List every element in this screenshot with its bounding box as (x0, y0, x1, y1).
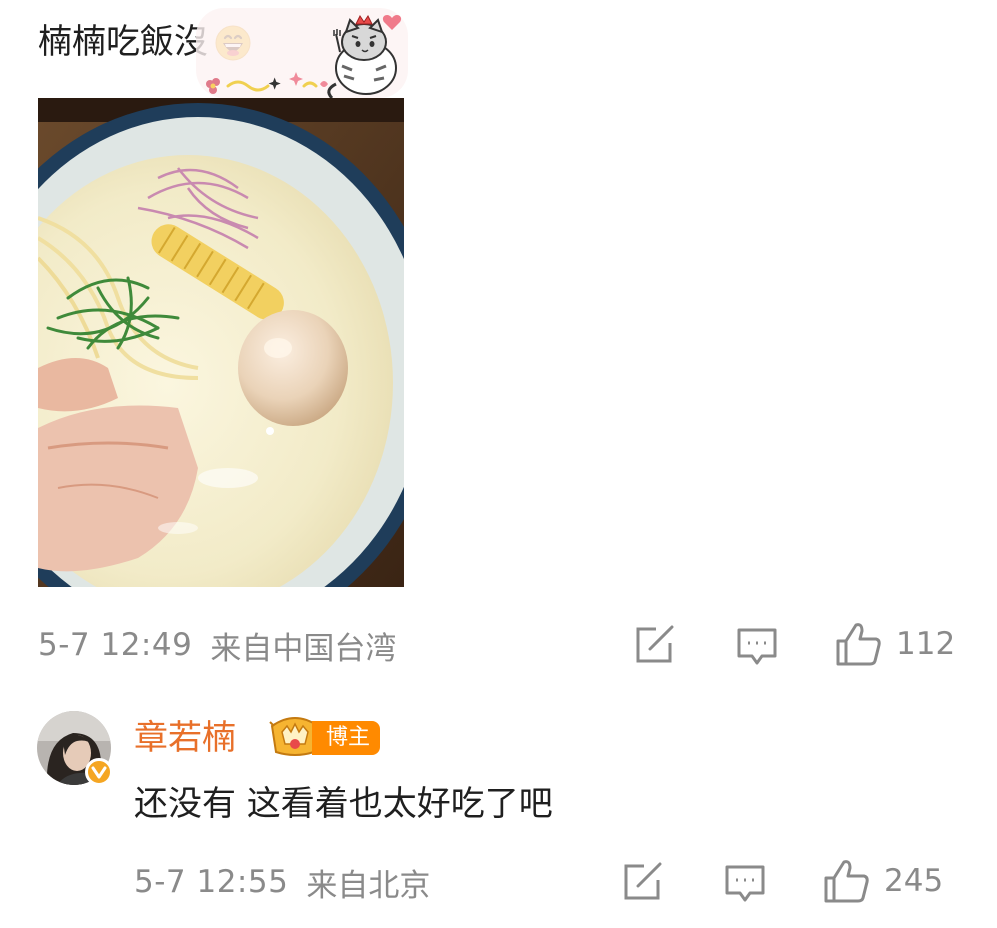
reply-like-button[interactable]: 245 (822, 858, 943, 904)
verified-v-icon (85, 758, 113, 786)
reply-like-count: 245 (884, 863, 944, 899)
reply-text: 还没有 这看着也太好吃了吧 (134, 784, 553, 824)
comment-time: 5-7 12:49 (38, 627, 193, 663)
comment-meta: 5-7 12:49 来自中国台湾 (38, 621, 396, 669)
comment-button[interactable] (736, 627, 778, 667)
reply-time: 5-7 12:55 (134, 864, 289, 900)
comment-body: 楠楠吃飯沒 (38, 22, 208, 62)
cat-sticker-icon (196, 6, 408, 100)
thumbs-up-icon (834, 621, 882, 667)
like-count: 112 (896, 626, 956, 662)
share-edit-icon (634, 625, 676, 665)
reply-author-name[interactable]: 章若楠 (134, 712, 236, 764)
comment-bubble-icon (736, 627, 778, 667)
ramen-bowl-photo[interactable] (38, 98, 404, 587)
blogger-badge: 博主 (268, 716, 381, 760)
share-button[interactable] (634, 625, 676, 665)
reply-comment-button[interactable] (724, 864, 766, 904)
comment-bubble-icon (724, 864, 766, 904)
blogger-label: 博主 (312, 721, 381, 755)
reply-source: 来自北京 (306, 867, 431, 904)
reply-share-button[interactable] (622, 862, 664, 902)
share-edit-icon (622, 862, 664, 902)
thumbs-up-icon (822, 858, 870, 904)
comment-source: 来自中国台湾 (210, 630, 397, 667)
comment-thread: 楠楠吃飯沒 5-7 12:49 来自中国台湾 112 章若楠 博主 还没有 这看… (0, 0, 997, 928)
like-button[interactable]: 112 (834, 621, 955, 667)
reply-meta: 5-7 12:55 来自北京 (134, 858, 430, 906)
